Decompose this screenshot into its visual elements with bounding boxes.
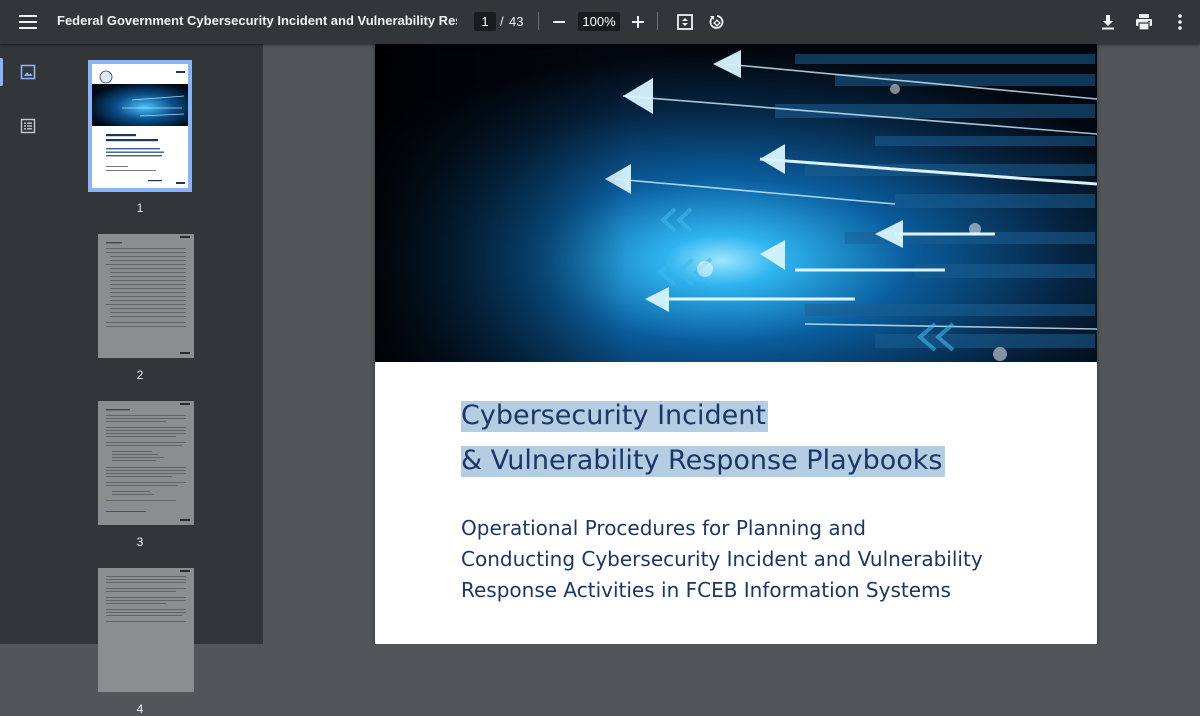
page-thumbnail-4[interactable]: 4 [92,568,194,716]
document-viewer[interactable]: Cybersecurity Incident & Vulnerability R… [263,44,1200,644]
toolbar-divider [657,12,658,30]
sidebar-rail [0,44,56,644]
cover-image [375,44,1097,362]
active-indicator [0,58,3,86]
menu-button[interactable] [12,6,44,38]
subtitle-line-1: Operational Procedures for Planning and [461,516,866,540]
thumbnails-view-button[interactable] [12,56,44,88]
title-line-1: Cybersecurity Incident [461,400,768,432]
hamburger-icon [19,15,37,29]
document-title: Federal Government Cybersecurity Inciden… [57,13,457,28]
download-button[interactable] [1092,6,1124,38]
thumbnail-sidebar: 1 2 3 4 [0,44,263,716]
outline-view-button[interactable] [12,110,44,142]
page-total: 43 [509,14,524,29]
page-thumbnail-3[interactable]: 3 [92,401,194,549]
thumbnail-page-number: 4 [136,702,144,716]
thumbnail-page-number: 3 [136,535,144,549]
zoom-level-input[interactable]: 100% [578,12,620,31]
more-options-button[interactable] [1164,6,1196,38]
print-icon [1136,14,1152,30]
subtitle-line-3: Response Activities in FCEB Information … [461,578,951,602]
document-subtitle: Operational Procedures for Planning and … [461,513,1061,606]
list-icon [20,118,36,134]
page-thumbnail-1[interactable]: 1 [88,60,192,215]
thumbnail-image [98,568,194,692]
minus-icon [553,21,565,23]
page-number-input[interactable]: 1 [474,12,496,31]
plus-icon [632,16,644,28]
page-thumbnail-2[interactable]: 2 [92,234,194,382]
subtitle-line-2: Conducting Cybersecurity Incident and Vu… [461,547,983,571]
thumbnail-image [98,401,194,525]
zoom-out-button[interactable] [543,6,575,38]
fit-to-page-button[interactable] [669,6,701,38]
pdf-toolbar: Federal Government Cybersecurity Inciden… [0,0,1200,44]
rotate-button[interactable] [701,6,733,38]
zoom-in-button[interactable] [622,6,654,38]
print-button[interactable] [1128,6,1160,38]
rotate-icon [709,15,724,29]
title-line-2: & Vulnerability Response Playbooks [461,445,945,477]
page-separator: / [500,14,504,29]
toolbar-divider [538,12,539,30]
image-icon [20,64,36,80]
download-icon [1102,15,1114,30]
thumbnail-page-number: 2 [136,368,144,382]
document-heading: Cybersecurity Incident & Vulnerability R… [461,401,945,477]
thumbnail-page-number: 1 [136,201,144,215]
fit-page-icon [677,14,693,30]
thumbnail-image [88,60,192,192]
more-vert-icon [1178,14,1182,30]
thumbnail-image [98,234,194,358]
pdf-page-1: Cybersecurity Incident & Vulnerability R… [375,44,1097,644]
